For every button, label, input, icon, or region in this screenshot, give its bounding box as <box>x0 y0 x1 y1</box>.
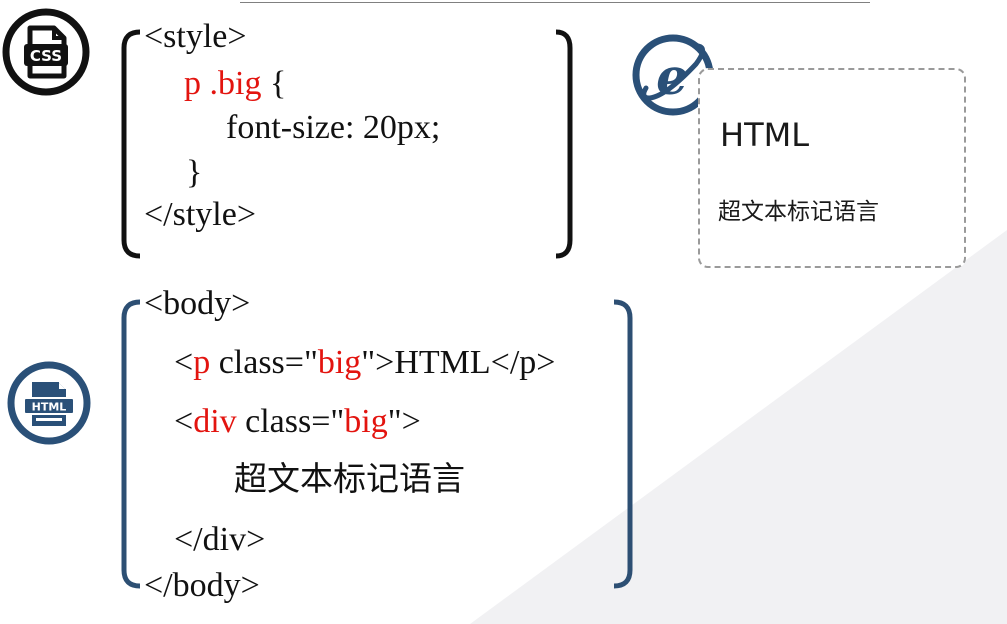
p-tag-name: p <box>193 344 211 381</box>
top-divider <box>240 2 870 3</box>
style-close-tag: </style> <box>144 196 257 233</box>
p-class-attr: class=" <box>210 344 318 381</box>
style-open-tag: <style> <box>144 18 247 55</box>
html-div-open-line: <div class="big"> <box>174 405 421 439</box>
div-tag-lt: < <box>174 403 194 440</box>
div-text-content: 超文本标记语言 <box>234 459 465 498</box>
p-class-value: big <box>317 344 362 381</box>
svg-text:HTML: HTML <box>32 401 67 414</box>
p-tag-rest: ">HTML</p> <box>361 344 556 381</box>
css-file-icon: CSS <box>2 8 90 96</box>
div-tag-rest: "> <box>387 403 421 440</box>
div-close-tag: </div> <box>174 521 266 558</box>
css-declaration: font-size: 20px; <box>226 109 441 146</box>
svg-text:CSS: CSS <box>30 47 62 65</box>
css-selector: p .big <box>184 65 262 102</box>
body-open-tag: <body> <box>144 285 251 322</box>
html-p-line: <p class="big">HTML</p> <box>174 346 555 380</box>
preview-heading: HTML <box>720 116 810 154</box>
body-close-tag: </body> <box>144 567 260 604</box>
div-tag-name: div <box>193 403 237 440</box>
div-class-attr: class=" <box>236 403 345 440</box>
preview-text: 超文本标记语言 <box>718 199 879 225</box>
div-class-value: big <box>344 403 388 440</box>
browser-preview-box: HTML 超文本标记语言 <box>698 68 966 268</box>
css-brace-close: } <box>186 154 203 191</box>
p-tag-lt: < <box>174 344 194 381</box>
css-rule-line: p .big { <box>184 67 286 101</box>
html-file-icon: HTML <box>7 361 91 445</box>
css-brace-open: { <box>261 65 287 102</box>
